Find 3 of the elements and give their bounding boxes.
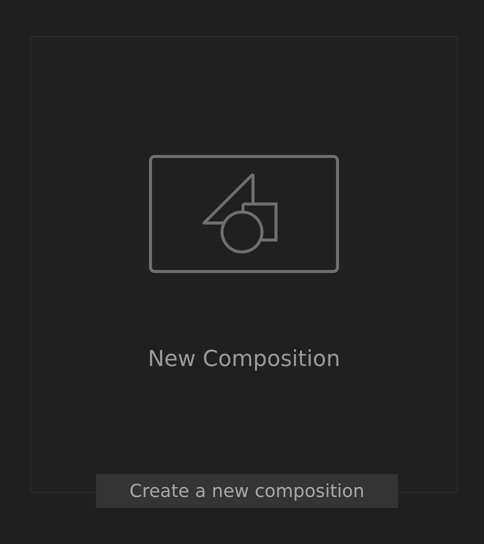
tooltip: Create a new composition [96, 474, 398, 508]
composition-icon [149, 155, 339, 273]
card-title: New Composition [148, 346, 340, 374]
